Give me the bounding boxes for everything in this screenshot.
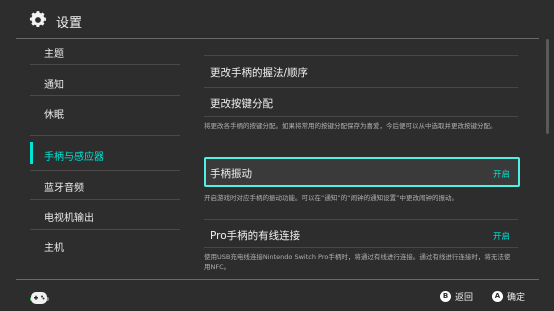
sidebar-item-tv-output[interactable]: 电视机输出 [44,209,94,224]
row-controller-vibration[interactable]: 手柄振动 [210,166,252,181]
sidebar-item-system[interactable]: 主机 [44,239,64,254]
sidebar: 主题 通知 休眠 手柄与感应器 蓝牙音频 电视机输出 主机 [0,39,192,279]
wired-connection-state: 开启 [492,232,510,242]
scrollbar[interactable] [546,39,549,279]
b-button-icon: B [440,291,451,302]
sidebar-divider [30,229,180,230]
settings-list: 更改手柄的握法/顺序 更改按键分配 将更改各手柄的按键分配。如果将常用的按键分配… [192,39,542,279]
controller-icon [31,292,47,304]
sidebar-divider [30,199,180,200]
row-change-button-mapping[interactable]: 更改按键分配 [210,96,273,111]
active-indicator [30,142,33,164]
sidebar-item-bluetooth-audio[interactable]: 蓝牙音频 [44,179,84,194]
row-divider [204,247,518,248]
a-button-icon: A [492,291,503,302]
row-description: 使用USB充电线连接Nintendo Switch Pro手柄时，将通过有线进行… [204,253,511,271]
header: 设置 [0,0,554,38]
footer: B 返回 A 确定 [0,280,554,311]
row-pro-controller-wired[interactable]: Pro手柄的有线连接 [210,228,300,243]
ok-label: 确定 [507,293,526,303]
scrollbar-thumb[interactable] [546,39,549,134]
vibration-state: 开启 [492,170,510,180]
back-button[interactable]: B 返回 [440,290,473,303]
sidebar-item-theme[interactable]: 主题 [44,45,64,60]
gear-icon [29,11,46,27]
page-title: 设置 [56,16,83,31]
row-divider [204,55,518,56]
sidebar-item-sleep[interactable]: 休眠 [44,106,64,121]
sidebar-divider [30,170,180,171]
row-divider [204,87,518,88]
row-description: 开启游戏时对应手柄的振动功能。可以在“通知”的“闹钟的通知设置”中更改闹钟的振动… [204,194,458,202]
sidebar-divider [30,64,180,65]
row-description: 将更改各手柄的按键分配。如果将常用的按键分配保存为喜爱，今后便可以从中选取并更改… [204,122,497,130]
row-divider [204,116,518,117]
ok-button[interactable]: A 确定 [492,290,525,303]
row-divider [204,219,518,220]
back-label: 返回 [455,293,474,303]
sidebar-divider [30,95,180,96]
sidebar-item-controllers-sensors[interactable]: 手柄与感应器 [44,148,104,163]
sidebar-item-notifications[interactable]: 通知 [44,76,64,91]
sidebar-divider [30,135,180,136]
row-change-grip-order[interactable]: 更改手柄的握法/顺序 [210,65,308,80]
